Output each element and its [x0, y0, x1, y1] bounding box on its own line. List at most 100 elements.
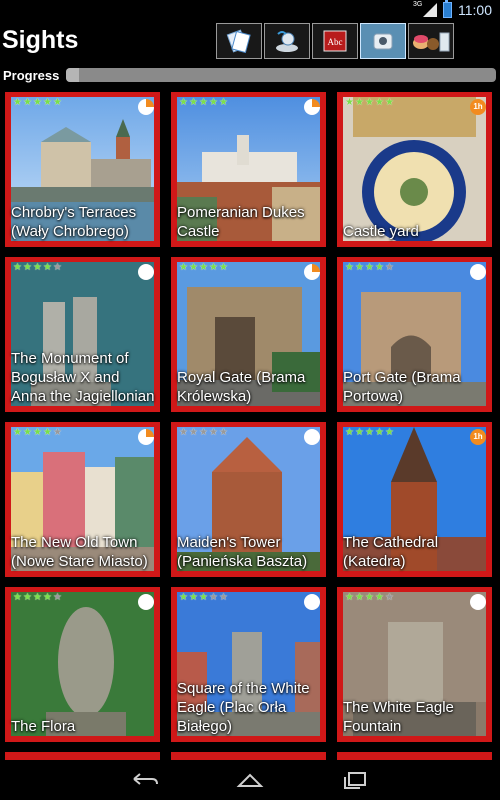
star-icon: ★	[355, 592, 364, 603]
duration-badge: 1h	[470, 429, 486, 445]
progress-bar	[66, 68, 496, 82]
star-icon: ★	[355, 427, 364, 438]
star-icon: ★	[179, 262, 188, 273]
recent-apps-button[interactable]	[340, 769, 370, 791]
home-button[interactable]	[235, 769, 265, 791]
progress-row: Progress	[0, 64, 500, 86]
star-icon: ★	[33, 262, 42, 273]
tab-phrasebook[interactable]: Abc	[312, 23, 358, 59]
sight-photo	[11, 592, 154, 736]
rating-stars: ★ ★ ★ ★ ★	[13, 427, 62, 438]
star-icon: ★	[345, 262, 354, 273]
duration-badge	[138, 594, 154, 610]
star-icon: ★	[189, 427, 198, 438]
tab-sights[interactable]	[360, 23, 406, 59]
sight-name: The New Old Town (Nowe Stare Miasto)	[11, 534, 148, 570]
star-icon: ★	[53, 592, 62, 603]
sight-name: Port Gate (Brama Portowa)	[343, 369, 461, 405]
duration-badge	[138, 99, 154, 115]
star-icon: ★	[375, 262, 384, 273]
star-icon: ★	[199, 427, 208, 438]
food-drink-icon	[413, 32, 450, 52]
sight-card[interactable]: ★ ★ ★ ★ ★ 1h The Cathedral (Katedra)	[337, 422, 492, 577]
recent-apps-icon	[344, 772, 366, 789]
action-bar: Sights Abc	[0, 20, 500, 62]
star-icon: ★	[375, 97, 384, 108]
star-icon: ★	[365, 262, 374, 273]
sight-card[interactable]: ★ ★ ★ ★ ★ Chrobry's Terraces (Wały Chrobrego…	[5, 92, 160, 247]
rating-stars: ★ ★ ★ ★ ★	[345, 592, 394, 603]
sight-name: The Monument of Bogusław X and Anna the …	[11, 350, 155, 405]
location-pin-icon	[276, 31, 298, 52]
network-type: 3G	[413, 1, 423, 8]
sight-card[interactable]: ★ ★ ★ ★ ★ The Flora	[5, 587, 160, 742]
sight-card-peek[interactable]	[5, 752, 160, 760]
star-icon: ★	[209, 592, 218, 603]
sight-card[interactable]: ★ ★ ★ ★ ★ Maiden's Tower (Panieńska Baszta)	[171, 422, 326, 577]
sight-card[interactable]: ★ ★ ★ ★ ★ The White Eagle Fountain	[337, 587, 492, 742]
back-icon	[133, 773, 158, 785]
star-icon: ★	[43, 97, 52, 108]
star-icon: ★	[43, 262, 52, 273]
star-icon: ★	[219, 592, 228, 603]
duration-badge	[304, 264, 320, 280]
sight-card[interactable]: ★ ★ ★ ★ ★ Pomeranian Dukes Castle	[171, 92, 326, 247]
sight-card-peek[interactable]	[337, 752, 492, 760]
star-icon: ★	[199, 592, 208, 603]
sight-card[interactable]: ★ ★ ★ ★ ★ The Monument of Bogusław X and Ann…	[5, 257, 160, 412]
star-icon: ★	[209, 97, 218, 108]
sight-card[interactable]: ★ ★ ★ ★ ★ Square of the White Eagle (Plac Or…	[171, 587, 326, 742]
star-icon: ★	[13, 97, 22, 108]
star-icon: ★	[33, 592, 42, 603]
rating-stars: ★ ★ ★ ★ ★	[179, 592, 228, 603]
star-icon: ★	[385, 592, 394, 603]
star-icon: ★	[53, 97, 62, 108]
map-pages-icon	[226, 29, 251, 54]
sight-card[interactable]: ★ ★ ★ ★ ★ Royal Gate (Brama Królewska)	[171, 257, 326, 412]
star-icon: ★	[179, 592, 188, 603]
category-tabs: Abc	[216, 23, 454, 59]
tab-map[interactable]	[216, 23, 262, 59]
sight-card-peek[interactable]	[171, 752, 326, 760]
home-icon	[236, 773, 264, 787]
star-icon: ★	[365, 427, 374, 438]
tab-location[interactable]	[264, 23, 310, 59]
star-icon: ★	[219, 97, 228, 108]
sight-name: Pomeranian Dukes Castle	[177, 204, 305, 240]
sight-card[interactable]: ★ ★ ★ ★ ★ The New Old Town (Nowe Stare Miast…	[5, 422, 160, 577]
rating-stars: ★ ★ ★ ★ ★	[13, 97, 62, 108]
star-icon: ★	[209, 427, 218, 438]
rating-stars: ★ ★ ★ ★ ★	[13, 592, 62, 603]
star-icon: ★	[13, 262, 22, 273]
star-icon: ★	[53, 427, 62, 438]
sight-name: Maiden's Tower (Panieńska Baszta)	[177, 534, 308, 570]
star-icon: ★	[179, 97, 188, 108]
sight-name: Royal Gate (Brama Królewska)	[177, 369, 306, 405]
rating-stars: ★ ★ ★ ★ ★	[345, 262, 394, 273]
sight-name: The White Eagle Fountain	[343, 699, 454, 735]
page-title: Sights	[2, 26, 79, 54]
sight-card[interactable]: ★ ★ ★ ★ ★ 1h Castle yard	[337, 92, 492, 247]
star-icon: ★	[179, 427, 188, 438]
star-icon: ★	[385, 97, 394, 108]
back-button[interactable]	[130, 769, 160, 791]
rating-stars: ★ ★ ★ ★ ★	[179, 262, 228, 273]
star-icon: ★	[385, 427, 394, 438]
star-icon: ★	[355, 97, 364, 108]
sight-name: Square of the White Eagle (Plac Orła Bia…	[177, 680, 310, 735]
sight-name: The Cathedral (Katedra)	[343, 534, 439, 570]
rating-stars: ★ ★ ★ ★ ★	[345, 97, 394, 108]
star-icon: ★	[13, 592, 22, 603]
camera-icon	[373, 33, 393, 50]
star-icon: ★	[365, 97, 374, 108]
progress-label: Progress	[3, 68, 60, 83]
navigation-bar	[0, 760, 500, 800]
duration-badge	[304, 594, 320, 610]
sight-card[interactable]: ★ ★ ★ ★ ★ Port Gate (Brama Portowa)	[337, 257, 492, 412]
progress-fill	[66, 68, 79, 82]
next-row-peek	[0, 752, 500, 760]
star-icon: ★	[219, 427, 228, 438]
tab-food[interactable]	[408, 23, 454, 59]
star-icon: ★	[375, 427, 384, 438]
duration-badge	[470, 594, 486, 610]
